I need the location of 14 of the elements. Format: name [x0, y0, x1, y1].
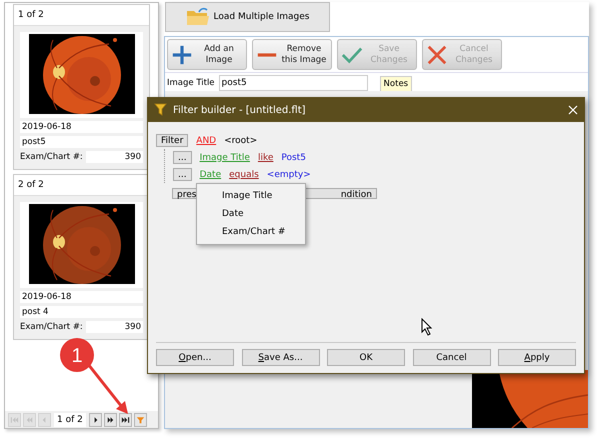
exam-label: Exam/Chart #:	[20, 322, 83, 332]
exam-label: Exam/Chart #:	[20, 152, 83, 162]
exam-field: 390	[86, 151, 143, 163]
dialog-title: Filter builder - [untitled.flt]	[173, 104, 307, 116]
page-indicator: 1 of 2	[54, 412, 86, 426]
title-field: post5	[20, 136, 143, 148]
card-header: 2 of 2	[14, 175, 149, 196]
card-header: 1 of 2	[14, 5, 149, 26]
root-label: <root>	[224, 136, 258, 146]
title-field: post 4	[20, 306, 143, 318]
exam-field: 390	[86, 321, 143, 333]
date-field: 2019-06-18	[20, 121, 143, 133]
date-field: 2019-06-18	[20, 291, 143, 303]
image-title-label: Image Title	[167, 78, 215, 90]
